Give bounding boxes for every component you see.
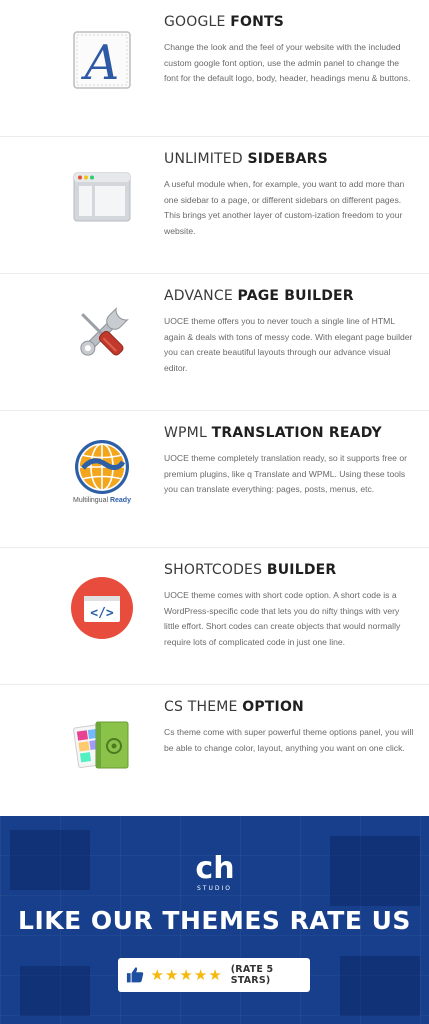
font-letter-a-icon: A: [64, 22, 140, 98]
feature-description: UOCE theme completely translation ready,…: [164, 453, 407, 494]
rate-label: (RATE 5 STARS): [230, 964, 274, 986]
globe-icon: Multilingual Ready: [64, 433, 140, 509]
sidebar-layout-icon: [64, 159, 140, 235]
banner-background-panel: [340, 956, 420, 1016]
feature-unlimited-sidebars: UNLIMITED SIDEBARS A useful module when,…: [0, 137, 429, 274]
star-icon: ★: [179, 965, 193, 984]
banner-background-panel: [20, 966, 90, 1016]
feature-page-builder: ADVANCE PAGE BUILDER UOCE theme offers y…: [0, 274, 429, 411]
feature-description: Change the look and the feel of your web…: [164, 42, 411, 83]
feature-description: UOCE theme comes with short code option.…: [164, 590, 401, 647]
feature-google-fonts: A GOOGLE FONTS Change the look and the f…: [0, 0, 429, 137]
feature-title: SHORTCODES BUILDER: [164, 562, 337, 578]
banner-background-panel: [10, 830, 90, 890]
feature-theme-option: CS THEME OPTION Cs theme come with super…: [0, 685, 429, 816]
feature-shortcodes: </> SHORTCODES BUILDER UOCE theme comes …: [0, 548, 429, 685]
feature-title: WPML TRANSLATION READY: [164, 425, 382, 441]
features-list: A GOOGLE FONTS Change the look and the f…: [0, 0, 429, 816]
star-icon: ★: [193, 965, 208, 984]
feature-title: ADVANCE PAGE BUILDER: [164, 288, 354, 304]
svg-text:ch: ch: [195, 851, 234, 886]
color-swatch-book-icon: [64, 707, 140, 783]
rate-button[interactable]: ★ ★ ★ ★ ★ (RATE 5 STARS): [118, 958, 310, 992]
star-icon: ★: [150, 965, 164, 984]
wrench-screwdriver-icon: [64, 296, 140, 372]
star-icon: ★: [208, 965, 222, 984]
feature-title: GOOGLE FONTS: [164, 14, 285, 30]
svg-text:A: A: [81, 35, 120, 91]
feature-title: CS THEME OPTION: [164, 699, 304, 715]
feature-description: Cs theme come with super powerful theme …: [164, 727, 414, 753]
rate-us-banner: ch STUDIO LIKE OUR THEMES RATE US ★ ★ ★ ★ ★ …: [0, 816, 429, 1024]
multilingual-caption: Multilingual Ready: [73, 497, 131, 504]
star-icon: ★: [164, 965, 179, 984]
feature-description: UOCE theme offers you to never touch a s…: [164, 316, 413, 373]
svg-text:</>: </>: [90, 606, 114, 621]
banner-background-panel: [330, 836, 420, 906]
feature-description: A useful module when, for example, you w…: [164, 179, 405, 236]
feature-title: UNLIMITED SIDEBARS: [164, 151, 328, 167]
rate-heading: LIKE OUR THEMES RATE US: [18, 906, 411, 935]
studio-label: STUDIO: [197, 885, 232, 892]
star-rating: ★ ★ ★ ★ ★: [150, 965, 222, 984]
thumbs-up-icon: [126, 967, 144, 983]
code-brackets-icon: </>: [64, 570, 140, 646]
feature-wpml: Multilingual Ready WPML TRANSLATION READ…: [0, 411, 429, 548]
